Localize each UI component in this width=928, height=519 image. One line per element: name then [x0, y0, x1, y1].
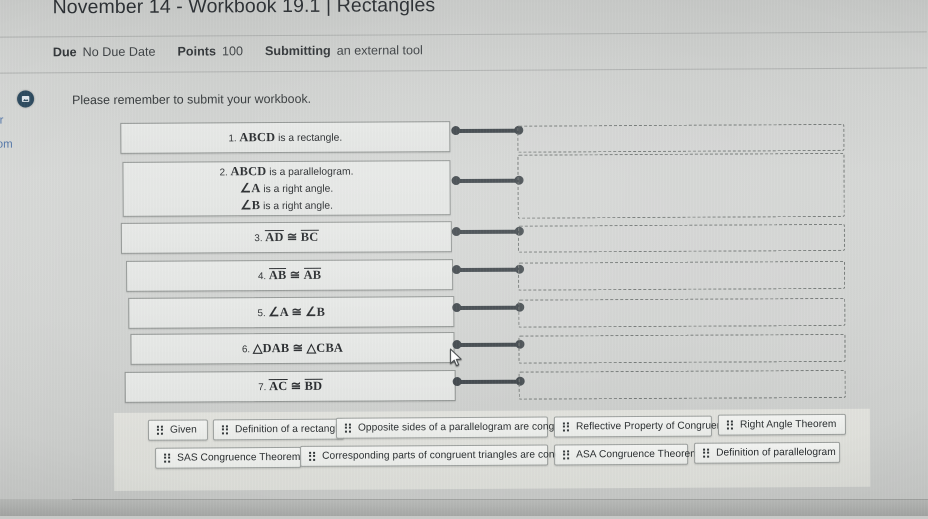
proof-statement-3: 3. AD ≅ BC	[120, 221, 452, 254]
reason-tile-3[interactable]: Opposite sides of a parallelogram are co…	[335, 416, 581, 439]
proof-statement-text: 4. AB ≅ AB	[257, 267, 322, 283]
proof-reason-dropzone-2[interactable]	[517, 152, 845, 219]
proof-reason-dropzone-7[interactable]	[518, 369, 846, 400]
drag-handle-icon[interactable]	[344, 423, 352, 433]
drag-handle-icon[interactable]	[156, 425, 164, 435]
proof-statement-6: 6. △DAB ≅ △CBA	[130, 332, 455, 365]
proof-statement-5: 5. ∠A ≅ ∠B	[128, 296, 455, 329]
proof-reason-dropzone-6[interactable]	[518, 333, 846, 364]
proof-reason-dropzone-3[interactable]	[517, 223, 845, 253]
proof-connector-2	[451, 175, 524, 186]
reason-tile-5[interactable]: Right Angle Theorem	[717, 413, 846, 436]
drag-handle-icon[interactable]	[221, 425, 229, 435]
reason-tile-9[interactable]: Definition of parallelogram	[694, 441, 841, 464]
proof-statement-text: 7. AC ≅ BD	[258, 378, 323, 394]
proof-connector-1	[451, 125, 524, 136]
proof-reason-dropzone-1[interactable]	[517, 123, 845, 153]
proof-connector-5	[452, 302, 525, 313]
proof-reason-dropzone-5[interactable]	[518, 297, 846, 328]
reason-tile-label: Opposite sides of a parallelogram are co…	[357, 421, 581, 434]
proof-statement-text: 1. ABCD is a rectangle.	[228, 129, 343, 145]
proof-connector-3	[451, 226, 524, 237]
proof-statement-text: 2. ABCD is a parallelogram. ∠A is a right…	[219, 163, 354, 213]
reason-tile-8[interactable]: ASA Congruence Theorem	[554, 443, 699, 466]
drag-handle-icon[interactable]	[726, 420, 734, 430]
drag-handle-icon[interactable]	[703, 448, 710, 458]
reason-tile-label: Reflective Property of Congruence	[575, 420, 734, 433]
reason-tile-label: Definition of a rectangle	[234, 423, 344, 436]
proof-statement-text: 6. △DAB ≅ △CBA	[241, 340, 344, 356]
reason-tile-label: SAS Congruence Theorem	[177, 451, 301, 464]
proof-statement-text: 5. ∠A ≅ ∠B	[257, 304, 326, 320]
proof-connector-4	[452, 264, 525, 275]
reason-tile-7[interactable]: Corresponding parts of congruent triangl…	[300, 444, 587, 467]
proof-statement-1: 1. ABCD is a rectangle.	[120, 121, 451, 154]
proof-connector-7	[452, 376, 525, 387]
reason-tile-label: Right Angle Theorem	[739, 418, 837, 431]
reason-tile-6[interactable]: SAS Congruence Theorem	[155, 446, 302, 469]
drag-handle-icon[interactable]	[164, 453, 171, 463]
proof-statement-7: 7. AC ≅ BD	[124, 370, 456, 403]
proof-reason-dropzone-4[interactable]	[518, 260, 846, 291]
mouse-pointer-icon	[449, 348, 462, 367]
reason-tile-1[interactable]: Given	[147, 419, 209, 441]
drag-handle-icon[interactable]	[562, 422, 570, 432]
drag-handle-icon[interactable]	[309, 451, 316, 461]
page-bottom-line	[72, 499, 928, 500]
reason-tile-label: Definition of parallelogram	[716, 446, 836, 459]
drag-handle-icon[interactable]	[563, 450, 570, 460]
page-content: November 14 - Workbook 19.1 | Rectangles…	[0, 0, 928, 519]
proof-statement-4: 4. AB ≅ AB	[126, 259, 454, 292]
reason-tray: Given Definition of a rectangle Opposite s…	[113, 408, 871, 491]
proof-statement-text: 3. AD ≅ BC	[254, 229, 319, 245]
reason-tile-label: ASA Congruence Theorem	[576, 448, 699, 461]
reason-tile-label: Corresponding parts of congruent triangl…	[322, 449, 587, 462]
proof-statement-2: 2. ABCD is a parallelogram. ∠A is a right…	[122, 160, 451, 217]
reason-tile-2[interactable]: Definition of a rectangle	[212, 418, 345, 441]
reason-tile-4[interactable]: Reflective Property of Congruence	[553, 415, 733, 438]
page-bottom-fold	[0, 499, 928, 516]
reason-tile-label: Given	[169, 424, 197, 436]
